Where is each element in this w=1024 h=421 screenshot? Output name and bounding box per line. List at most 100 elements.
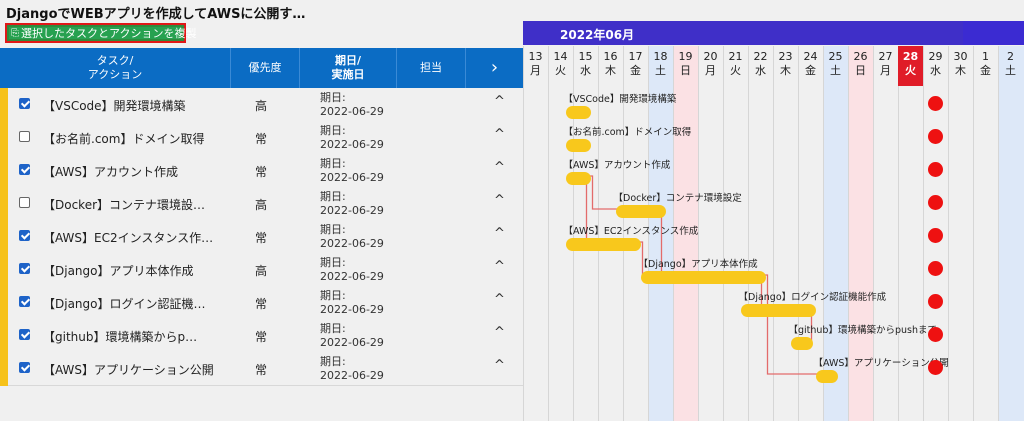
collapse-caret-icon[interactable]: ^ [494, 94, 505, 109]
task-row[interactable]: 【Docker】コンテナ環境設… 高 期日: 2022-06-29 ^ [0, 187, 523, 221]
deadline-dot [928, 327, 943, 342]
task-priority: 常 [254, 165, 267, 179]
task-checkbox[interactable] [19, 329, 30, 340]
due-date: 2022-06-29 [320, 303, 384, 316]
task-row[interactable]: 【AWS】EC2インスタンス作… 常 期日: 2022-06-29 ^ [0, 220, 523, 254]
task-name[interactable]: 【AWS】EC2インスタンス作… [43, 229, 213, 246]
due-label: 期日: [320, 256, 346, 269]
task-row[interactable]: 【Django】ログイン認証機… 常 期日: 2022-06-29 ^ [0, 286, 523, 320]
gantt-bar[interactable] [565, 139, 591, 152]
due-date: 2022-06-29 [320, 237, 384, 250]
task-due: 期日: 2022-06-29 [320, 256, 384, 284]
due-label: 期日: [320, 322, 346, 335]
task-due: 期日: 2022-06-29 [320, 190, 384, 218]
priority-indicator [0, 220, 8, 254]
collapse-caret-icon[interactable]: ^ [494, 292, 505, 307]
collapse-caret-icon[interactable]: ^ [494, 259, 505, 274]
task-checkbox[interactable] [19, 164, 30, 175]
gantt-bar-label: 【お名前.com】ドメイン取得 [563, 127, 692, 138]
task-row[interactable]: 【github】環境構築からp… 常 期日: 2022-06-29 ^ [0, 319, 523, 353]
due-date: 2022-06-29 [320, 204, 384, 217]
task-name[interactable]: 【github】環境構築からp… [43, 328, 197, 345]
task-name[interactable]: 【Django】アプリ本体作成 [43, 262, 194, 279]
deadline-dot [928, 96, 943, 111]
gantt-bar-label: 【Django】ログイン認証機能作成 [738, 292, 887, 303]
task-name[interactable]: 【Django】ログイン認証機… [43, 295, 206, 312]
task-row[interactable]: 【AWS】アカウント作成 常 期日: 2022-06-29 ^ [0, 154, 523, 188]
priority-indicator [0, 88, 8, 122]
due-date: 2022-06-29 [320, 171, 384, 184]
task-due: 期日: 2022-06-29 [320, 355, 384, 383]
priority-indicator [0, 154, 8, 188]
task-checkbox[interactable] [19, 197, 30, 208]
due-label: 期日: [320, 157, 346, 170]
task-priority: 高 [254, 198, 267, 212]
header-due: 期日/ 実施日 [331, 54, 365, 81]
due-label: 期日: [320, 190, 346, 203]
due-label: 期日: [320, 124, 346, 137]
dependency-links [567, 175, 818, 375]
collapse-caret-icon[interactable]: ^ [494, 226, 505, 241]
task-name[interactable]: 【AWS】アプリケーション公開 [43, 361, 214, 378]
due-date: 2022-06-29 [320, 336, 384, 349]
gantt-bar[interactable] [565, 172, 591, 185]
deadline-dot [928, 261, 943, 276]
collapse-caret-icon[interactable]: ^ [494, 358, 505, 373]
gantt-bar[interactable] [565, 238, 641, 251]
task-row[interactable]: 【VSCode】開発環境構築 高 期日: 2022-06-29 ^ [0, 88, 523, 122]
task-name[interactable]: 【Docker】コンテナ環境設… [43, 196, 205, 213]
task-table-header: タスク/ アクション 優先度 期日/ 実施日 担当 › [0, 48, 523, 88]
header-priority: 優先度 [248, 61, 282, 74]
expand-gantt-button[interactable]: › [466, 48, 523, 88]
task-checkbox[interactable] [19, 296, 30, 307]
collapse-caret-icon[interactable]: ^ [494, 193, 505, 208]
page-title: DjangoでWEBアプリを作成してAWSに公開す… [6, 7, 306, 22]
copy-selected-button[interactable]: ⎘ 選択したタスクとアクションを複製 [5, 23, 196, 43]
collapse-caret-icon[interactable]: ^ [494, 160, 505, 175]
header-owner: 担当 [420, 61, 442, 74]
task-name[interactable]: 【VSCode】開発環境構築 [43, 97, 186, 114]
task-name[interactable]: 【お名前.com】ドメイン取得 [43, 130, 204, 147]
gantt-bar[interactable] [790, 337, 813, 350]
header-task: タスク/ アクション [87, 54, 143, 81]
collapse-caret-icon[interactable]: ^ [494, 127, 505, 142]
due-label: 期日: [320, 91, 346, 104]
task-checkbox[interactable] [19, 98, 30, 109]
priority-indicator [0, 319, 8, 353]
gantt-bar[interactable] [740, 304, 816, 317]
gantt-bar[interactable] [640, 271, 766, 284]
task-checkbox[interactable] [19, 362, 30, 373]
gantt-bar-label: 【github】環境構築からpushまで [788, 325, 938, 336]
task-priority: 高 [254, 264, 267, 278]
task-row[interactable]: 【お名前.com】ドメイン取得 常 期日: 2022-06-29 ^ [0, 121, 523, 155]
task-due: 期日: 2022-06-29 [320, 289, 384, 317]
gantt-bar[interactable] [565, 106, 591, 119]
gantt-bar[interactable] [815, 370, 838, 383]
task-row[interactable]: 【Django】アプリ本体作成 高 期日: 2022-06-29 ^ [0, 253, 523, 287]
deadline-dot [928, 294, 943, 309]
due-label: 期日: [320, 355, 346, 368]
gantt-bar[interactable] [615, 205, 666, 218]
due-date: 2022-06-29 [320, 138, 384, 151]
task-checkbox[interactable] [19, 131, 30, 142]
task-name[interactable]: 【AWS】アカウント作成 [43, 163, 178, 180]
task-row[interactable]: 【AWS】アプリケーション公開 常 期日: 2022-06-29 ^ [0, 352, 523, 386]
task-priority: 常 [254, 330, 267, 344]
deadline-dot [928, 195, 943, 210]
collapse-caret-icon[interactable]: ^ [494, 325, 505, 340]
deadline-dot [928, 129, 943, 144]
due-label: 期日: [320, 289, 346, 302]
task-checkbox[interactable] [19, 263, 30, 274]
task-priority: 高 [254, 99, 267, 113]
deadline-dot [928, 360, 943, 375]
priority-indicator [0, 352, 8, 386]
due-label: 期日: [320, 223, 346, 236]
gantt-bar-label: 【Docker】コンテナ環境設定 [613, 193, 742, 204]
priority-indicator [0, 253, 8, 287]
task-checkbox[interactable] [19, 230, 30, 241]
gantt-bar-label: 【AWS】EC2インスタンス作成 [563, 226, 699, 237]
task-priority: 常 [254, 297, 267, 311]
task-priority: 常 [254, 132, 267, 146]
task-due: 期日: 2022-06-29 [320, 322, 384, 350]
task-due: 期日: 2022-06-29 [320, 124, 384, 152]
